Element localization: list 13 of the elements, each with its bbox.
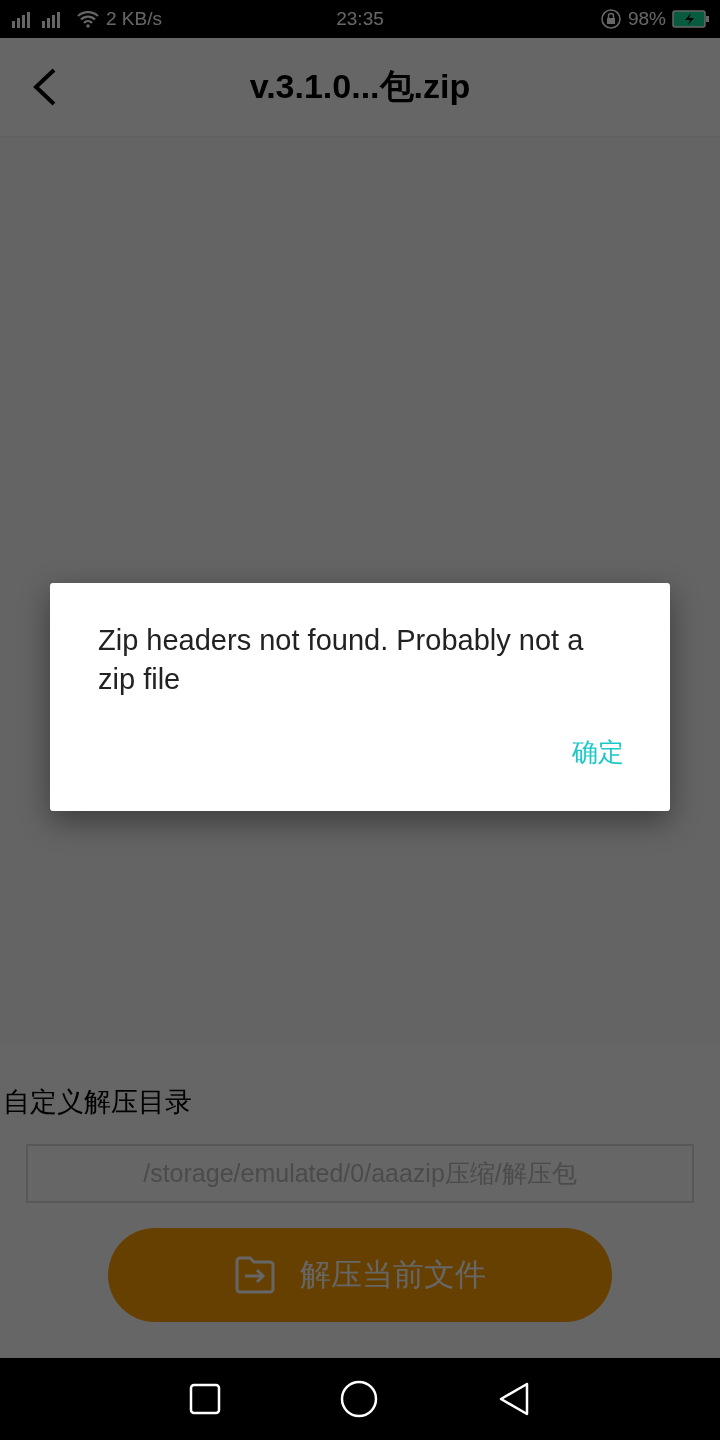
error-message: Zip headers not found. Probably not a zip file	[98, 623, 585, 697]
folder-arrow-icon	[234, 1255, 276, 1295]
extract-directory-label: 自定义解压目录	[2, 1085, 192, 1119]
confirm-button[interactable]: 确定	[562, 725, 634, 780]
battery-level: 98%	[627, 8, 666, 30]
rotation-lock-icon	[599, 8, 622, 30]
recent-apps-icon[interactable]	[189, 1383, 222, 1415]
wifi-icon	[76, 9, 100, 29]
home-icon[interactable]	[340, 1380, 378, 1418]
extract-button[interactable]: 解压当前文件	[108, 1228, 612, 1322]
clock: 23:35	[336, 8, 384, 30]
network-speed: 2 KB/s	[106, 8, 162, 30]
file-title: v.3.1.0...包.zip	[249, 66, 471, 107]
